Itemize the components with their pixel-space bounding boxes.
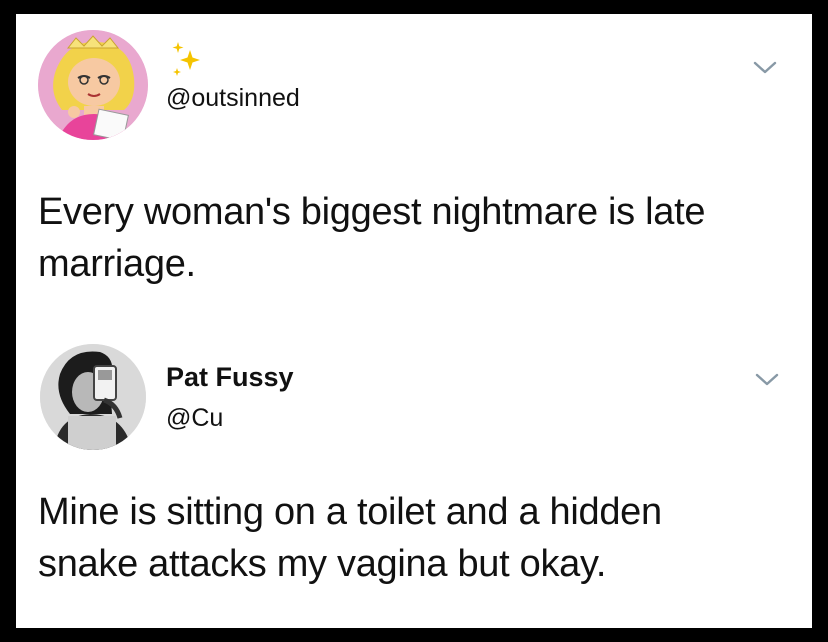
tweet-text-line: Every woman's biggest nightmare is late [38,191,706,233]
tweet-body: Mine is sitting on a toilet and a hidden… [38,486,798,590]
tweet-text-line: snake attacks my vagina but okay. [38,543,607,585]
tweet-text-line: Mine is sitting on a toilet and a hidden [38,491,662,533]
tweet-body: Every woman's biggest nightmare is late … [38,186,798,290]
tweet-original: @outsinned Every woman's biggest nightma… [16,14,812,334]
username-handle[interactable]: @Cu [166,404,223,433]
screenshot-frame: @outsinned Every woman's biggest nightma… [16,14,812,628]
tweet-reply: Pat Fussy @Cu Mine is sitting on a toile… [16,334,812,628]
chevron-down-icon[interactable] [752,60,778,76]
mirror-selfie-avatar-icon[interactable] [40,344,146,450]
chevron-down-icon[interactable] [754,372,780,388]
display-name[interactable]: Pat Fussy [166,362,294,393]
username-handle[interactable]: @outsinned [166,84,300,113]
cartoon-girl-avatar-icon[interactable] [38,30,148,140]
sparkles-icon [172,42,200,76]
tweet-text-line: marriage. [38,243,196,285]
